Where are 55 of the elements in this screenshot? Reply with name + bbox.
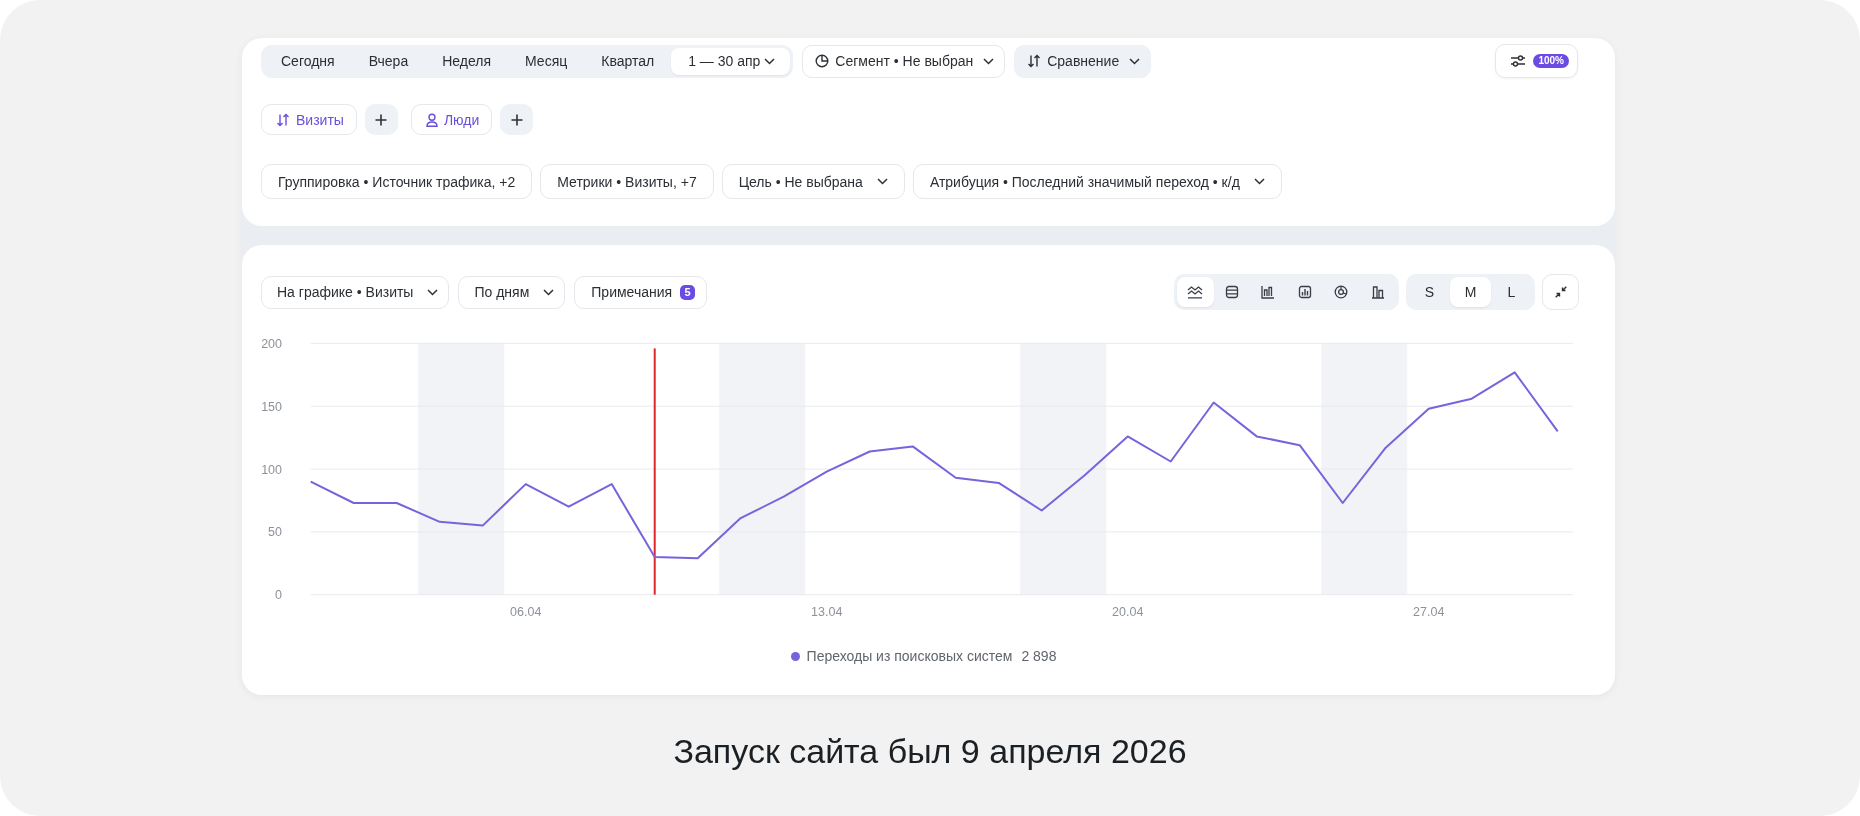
chevron-down-icon (1129, 57, 1141, 65)
chart-type-button[interactable] (1177, 277, 1214, 307)
x-axis-label: 13.04 (811, 605, 843, 619)
add-button[interactable] (500, 104, 534, 135)
y-axis-label: 50 (268, 525, 282, 540)
x-axis-label: 27.04 (1413, 605, 1445, 619)
percent-badge: 100% (1533, 54, 1569, 68)
period-tab[interactable]: 1 — 30 апр (671, 47, 791, 75)
caption: Запуск сайта был 9 апреля 2026 (673, 731, 1187, 771)
y-axis-label: 0 (275, 588, 282, 603)
sliders-icon (1510, 54, 1527, 68)
period-tab[interactable]: Неделя (425, 47, 509, 75)
filter-button[interactable]: Цель • Не выбрана (721, 164, 905, 199)
filter-button[interactable]: Атрибуция • Последний значимый переход • к/д (912, 164, 1282, 199)
filter-button[interactable]: Метрики • Визиты, +7 (540, 164, 714, 199)
pie-chart-icon (815, 54, 830, 68)
dropdown-button[interactable]: По дням (458, 275, 566, 309)
up-down-arrows-icon (276, 112, 290, 127)
comparison-button[interactable]: Сравнение (1014, 44, 1152, 78)
period-tab[interactable]: Квартал (584, 47, 672, 75)
x-axis-label: 06.04 (510, 605, 542, 619)
filter-button[interactable]: Группировка • Источник трафика, +2 (261, 164, 533, 199)
legend-label: Переходы из поисковых систем (806, 648, 1013, 664)
add-button[interactable] (364, 104, 398, 135)
size-tab[interactable]: M (1450, 277, 1491, 307)
size-tab[interactable]: S (1409, 277, 1450, 307)
x-axis-label: 20.04 (1112, 605, 1144, 619)
plus-icon (375, 113, 388, 126)
period-tab[interactable]: Месяц (508, 47, 585, 75)
pie-chart-icon (1334, 285, 1349, 299)
bar-chart-icon (1261, 285, 1276, 299)
legend-total: 2 898 (1021, 648, 1057, 664)
segment-button[interactable]: Сегмент • Не выбран (802, 44, 1006, 78)
dropdown-button[interactable]: На графике • Визиты (261, 275, 450, 309)
y-axis-label: 150 (261, 399, 282, 414)
period-tab[interactable]: Сегодня (264, 47, 352, 75)
framed-bars-icon (1297, 285, 1312, 299)
metric-chip[interactable]: Визиты (261, 104, 357, 135)
person-icon (425, 112, 438, 127)
chevron-down-icon (983, 57, 995, 65)
stacked-layers-icon (1224, 285, 1239, 299)
size-tab[interactable]: L (1491, 277, 1532, 307)
notes-button[interactable]: Примечания 5 (574, 275, 708, 309)
count-badge: 5 (680, 284, 696, 300)
collapse-button[interactable] (1542, 274, 1579, 310)
collapse-arrows-icon (1554, 286, 1567, 298)
columns-icon (1370, 285, 1385, 299)
settings-button[interactable]: 100% (1495, 44, 1578, 78)
line-chart-icon (1187, 285, 1204, 299)
y-axis-label: 200 (261, 336, 282, 351)
up-down-arrows-icon (1027, 54, 1042, 68)
period-tab[interactable]: Вчера (351, 47, 426, 75)
y-axis-label: 100 (261, 462, 282, 477)
plus-icon (510, 113, 523, 126)
metric-chip[interactable]: Люди (410, 104, 493, 135)
